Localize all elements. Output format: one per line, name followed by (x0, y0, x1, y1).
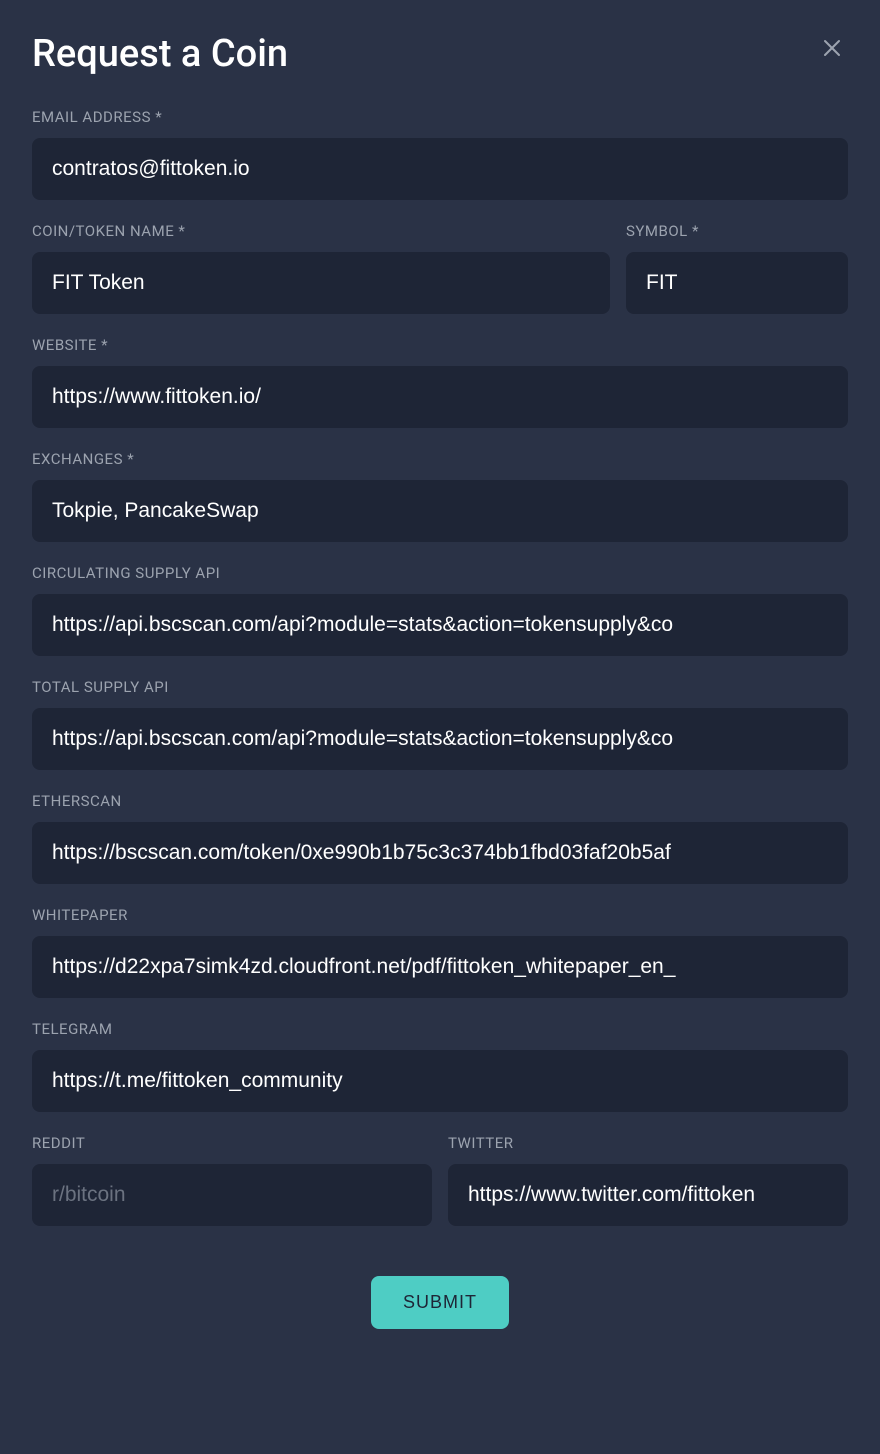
whitepaper-label: WHITEPAPER (32, 906, 848, 924)
symbol-label: SYMBOL * (626, 222, 848, 240)
total-supply-field[interactable] (32, 708, 848, 770)
website-label: WEBSITE * (32, 336, 848, 354)
coin-name-field[interactable] (32, 252, 610, 314)
reddit-label: REDDIT (32, 1134, 432, 1152)
exchanges-field[interactable] (32, 480, 848, 542)
reddit-field[interactable] (32, 1164, 432, 1226)
whitepaper-field[interactable] (32, 936, 848, 998)
email-label: EMAIL ADDRESS * (32, 108, 848, 126)
circulating-supply-field[interactable] (32, 594, 848, 656)
total-supply-label: TOTAL SUPPLY API (32, 678, 848, 696)
email-field[interactable] (32, 138, 848, 200)
submit-button[interactable]: SUBMIT (371, 1276, 509, 1329)
exchanges-label: EXCHANGES * (32, 450, 848, 468)
telegram-field[interactable] (32, 1050, 848, 1112)
symbol-field[interactable] (626, 252, 848, 314)
close-button[interactable] (816, 32, 848, 67)
circulating-supply-label: CIRCULATING SUPPLY API (32, 564, 848, 582)
etherscan-label: ETHERSCAN (32, 792, 848, 810)
twitter-field[interactable] (448, 1164, 848, 1226)
website-field[interactable] (32, 366, 848, 428)
etherscan-field[interactable] (32, 822, 848, 884)
telegram-label: TELEGRAM (32, 1020, 848, 1038)
page-title: Request a Coin (32, 32, 288, 76)
coin-name-label: COIN/TOKEN NAME * (32, 222, 610, 240)
twitter-label: TWITTER (448, 1134, 848, 1152)
close-icon (820, 36, 844, 60)
